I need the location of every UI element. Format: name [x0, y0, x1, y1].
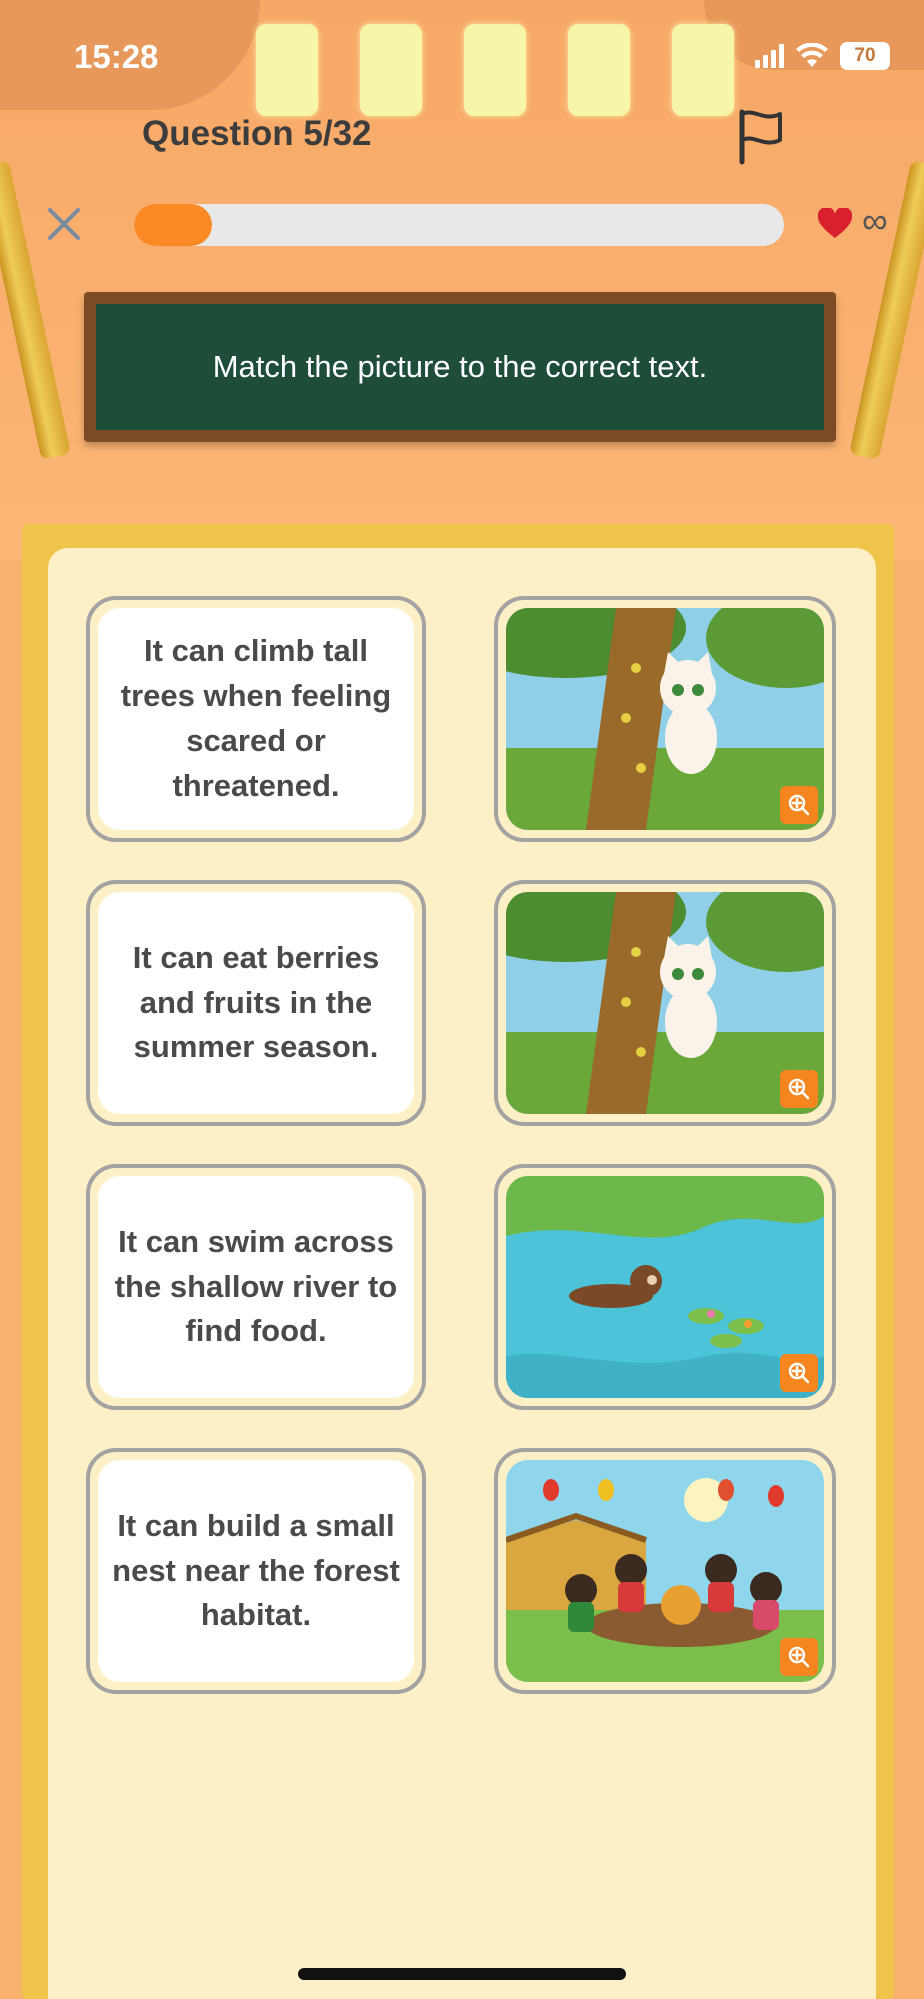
question-counter: Question 5/32 [142, 114, 372, 153]
text-option-label: It can eat berries and fruits in the sum… [98, 892, 414, 1114]
heart-icon [818, 208, 852, 238]
zoom-in-icon [788, 1078, 810, 1100]
festival-feast-image [506, 1460, 824, 1682]
lantern-decoration [464, 24, 526, 116]
text-option-label: It can climb tall trees when feeling sca… [98, 608, 414, 830]
text-option-card[interactable]: It can climb tall trees when feeling sca… [86, 596, 426, 842]
zoom-in-icon [788, 1646, 810, 1668]
lantern-decoration [568, 24, 630, 116]
text-option-card[interactable]: It can eat berries and fruits in the sum… [86, 880, 426, 1126]
wifi-icon [796, 43, 828, 67]
close-icon[interactable] [44, 204, 84, 244]
status-icons: 70 [755, 42, 890, 70]
lantern-decoration [256, 24, 318, 116]
signal-icon [755, 44, 784, 68]
image-option-card[interactable] [494, 1448, 836, 1694]
zoom-button[interactable] [780, 1638, 818, 1676]
zoom-in-icon [788, 1362, 810, 1384]
zoom-button[interactable] [780, 786, 818, 824]
lives-count: ∞ [862, 200, 888, 241]
progress-bar [134, 204, 784, 246]
zoom-in-icon [788, 794, 810, 816]
cat-tree-image [506, 608, 824, 830]
instruction-text: Match the picture to the correct text. [96, 304, 824, 430]
zoom-button[interactable] [780, 1354, 818, 1392]
image-option-card[interactable] [494, 880, 836, 1126]
instruction-board: Match the picture to the correct text. [84, 292, 836, 442]
lantern-decoration [672, 24, 734, 116]
text-option-label: It can build a small nest near the fores… [98, 1460, 414, 1682]
lantern-decoration [360, 24, 422, 116]
home-indicator [298, 1968, 626, 1980]
image-option-card[interactable] [494, 1164, 836, 1410]
status-time: 15:28 [74, 38, 159, 75]
battery-indicator: 70 [840, 42, 890, 70]
text-option-card[interactable]: It can build a small nest near the fores… [86, 1448, 426, 1694]
report-flag-icon[interactable] [734, 108, 786, 166]
zoom-button[interactable] [780, 1070, 818, 1108]
otter-river-image [506, 1176, 824, 1398]
text-option-card[interactable]: It can swim across the shallow river to … [86, 1164, 426, 1410]
cat-tree-image [506, 892, 824, 1114]
progress-fill [134, 204, 212, 246]
text-option-label: It can swim across the shallow river to … [98, 1176, 414, 1398]
image-option-card[interactable] [494, 596, 836, 842]
